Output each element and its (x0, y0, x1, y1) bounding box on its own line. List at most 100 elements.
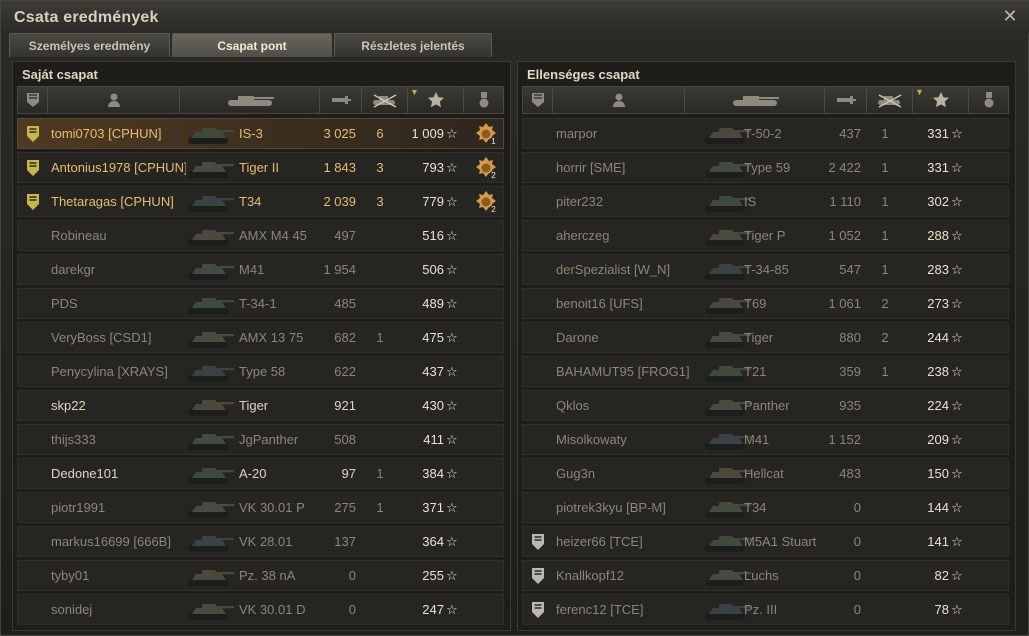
player-row[interactable]: piter232 IS 1 110 1 302 ☆ (522, 186, 1009, 217)
xp-value: 516 (422, 228, 444, 243)
star-icon: ☆ (951, 364, 963, 379)
own-header-damage-column[interactable] (320, 87, 362, 113)
medal-icon (983, 91, 995, 109)
player-row[interactable]: benoit16 [UFS] T69 1 061 2 273 ☆ (522, 288, 1009, 319)
sort-desc-icon: ▼ (915, 87, 924, 97)
star-icon: ☆ (446, 330, 458, 345)
damage-value: 1 061 (828, 296, 861, 311)
enemy-header-tank-column[interactable] (685, 87, 825, 113)
kills-value (370, 527, 390, 556)
medal-icon[interactable]: 1 (473, 119, 499, 148)
vehicle-name: Luchs (744, 568, 779, 583)
squad-icon (24, 153, 42, 182)
player-row[interactable]: Gug3n Hellcat 483 150 ☆ (522, 458, 1009, 489)
player-row[interactable]: Misolkowaty M41 1 152 209 ☆ (522, 424, 1009, 455)
player-row[interactable]: skp22 Tiger 921 430 ☆ (17, 390, 504, 421)
player-row[interactable]: Thetaragas [CPHUN] T34 2 039 3 779 ☆ 2 (17, 186, 504, 217)
medal-icon[interactable]: 2 (473, 153, 499, 182)
damage-value: 483 (839, 466, 861, 481)
xp-value: 255 (422, 568, 444, 583)
own-header-xp-star-column[interactable]: ▼ (408, 87, 464, 113)
own-header-squad-column[interactable] (18, 87, 48, 113)
kills-value (370, 561, 390, 590)
player-row[interactable]: Dedone101 A-20 97 1 384 ☆ (17, 458, 504, 489)
player-name: Darone (556, 330, 599, 345)
vehicle-name: Pz. III (744, 602, 778, 617)
player-row[interactable]: PDS T-34-1 485 489 ☆ (17, 288, 504, 319)
vehicle-name: T21 (744, 364, 767, 379)
player-icon (107, 92, 121, 108)
squad-icon (529, 323, 547, 352)
squad-icon (529, 119, 547, 148)
tab-team-score[interactable]: Csapat pont (172, 33, 332, 57)
squad-icon (24, 561, 42, 590)
tab-detailed-report[interactable]: Részletes jelentés (334, 33, 492, 57)
player-name: horrir [SME] (556, 160, 626, 175)
player-row[interactable]: Darone Tiger 880 2 244 ☆ (522, 322, 1009, 353)
own-header-medal-column[interactable] (464, 87, 504, 113)
enemy-header-squad-column[interactable] (523, 87, 553, 113)
vehicle-name: T69 (744, 296, 767, 311)
enemy-header-xp-star-column[interactable]: ▼ (913, 87, 969, 113)
enemy-header-player-column[interactable] (553, 87, 685, 113)
player-row[interactable]: darekgr M41 1 954 506 ☆ (17, 254, 504, 285)
tank-icon (184, 459, 236, 488)
star-icon: ☆ (951, 398, 963, 413)
enemy-header-damage-column[interactable] (825, 87, 867, 113)
player-name: sonidej (51, 602, 93, 617)
player-row[interactable]: marpor T-50-2 437 1 331 ☆ (522, 118, 1009, 149)
star-icon: ☆ (951, 534, 963, 549)
close-icon[interactable]: ✕ (1000, 6, 1020, 26)
player-row[interactable]: piotrek3kyu [BP-M] T34 0 144 ☆ (522, 492, 1009, 523)
battle-results-window: Csata eredmények ✕ Személyes eredmény Cs… (0, 0, 1029, 636)
player-row[interactable]: Penycylina [XRAYS] Type 58 622 437 ☆ (17, 356, 504, 387)
xp-value: 244 (927, 330, 949, 345)
player-row[interactable]: Qklos Panther 935 224 ☆ (522, 390, 1009, 421)
player-row[interactable]: tomi0703 [CPHUN] IS-3 3 025 6 1 009 ☆ 1 (17, 118, 504, 149)
player-name: Penycylina [XRAYS] (51, 364, 168, 379)
own-header-kills-column[interactable] (362, 87, 408, 113)
player-row[interactable]: heizer66 [TCE] M5A1 Stuart 0 141 ☆ (522, 526, 1009, 557)
player-row[interactable]: BAHAMUT95 [FROG1] T21 359 1 238 ☆ (522, 356, 1009, 387)
damage-value: 485 (334, 296, 356, 311)
player-row[interactable]: Antonius1978 [CPHUN] Tiger II 1 843 3 793 ☆ 2 (17, 152, 504, 183)
xp-value: 82 (934, 568, 949, 583)
star-icon: ☆ (446, 228, 458, 243)
player-name: markus16699 [666B] (51, 534, 171, 549)
kills-value: 1 (881, 160, 889, 175)
player-row[interactable]: tyby01 Pz. 38 nA 0 255 ☆ (17, 560, 504, 591)
player-row[interactable]: Robineau AMX M4 45 497 516 ☆ (17, 220, 504, 251)
enemy-header-medal-column[interactable] (969, 87, 1009, 113)
player-name: tomi0703 [CPHUN] (51, 126, 162, 141)
squad-icon (24, 289, 42, 318)
tank-icon (222, 92, 278, 108)
player-row[interactable]: horrir [SME] Type 59 2 422 1 331 ☆ (522, 152, 1009, 183)
kills-value (370, 289, 390, 318)
player-row[interactable]: Knallkopf12 Luchs 0 82 ☆ (522, 560, 1009, 591)
vehicle-name: Tiger (239, 398, 269, 413)
damage-icon (330, 92, 352, 108)
player-name: Thetaragas [CPHUN] (51, 194, 174, 209)
player-row[interactable]: sonidej VK 30.01 D 0 247 ☆ (17, 594, 504, 625)
tab-personal-results[interactable]: Személyes eredmény (9, 33, 170, 57)
player-row[interactable]: thijs333 JgPanther 508 411 ☆ (17, 424, 504, 455)
damage-value: 1 052 (828, 228, 861, 243)
tank-icon (184, 221, 236, 250)
player-row[interactable]: ferenc12 [TCE] Pz. III 0 78 ☆ (522, 594, 1009, 625)
player-row[interactable]: aherczeg Tiger P 1 052 1 288 ☆ (522, 220, 1009, 251)
own-header-player-column[interactable] (48, 87, 180, 113)
player-row[interactable]: markus16699 [666B] VK 28.01 137 364 ☆ (17, 526, 504, 557)
squad-icon (529, 493, 547, 522)
squad-icon (529, 459, 547, 488)
enemy-header-kills-column[interactable] (867, 87, 913, 113)
vehicle-name: Type 58 (239, 364, 286, 379)
player-row[interactable]: piotr1991 VK 30.01 P 275 1 371 ☆ (17, 492, 504, 523)
medal-icon[interactable]: 2 (473, 187, 499, 216)
kills-value: 2 (881, 296, 889, 311)
vehicle-name: VK 28.01 (239, 534, 293, 549)
player-row[interactable]: VeryBoss [CSD1] AMX 13 75 682 1 475 ☆ (17, 322, 504, 353)
player-row[interactable]: derSpezialist [W_N] T-34-85 547 1 283 ☆ (522, 254, 1009, 285)
kills-value (370, 595, 390, 624)
own-header-tank-column[interactable] (180, 87, 320, 113)
vehicle-name: M5A1 Stuart (744, 534, 817, 549)
